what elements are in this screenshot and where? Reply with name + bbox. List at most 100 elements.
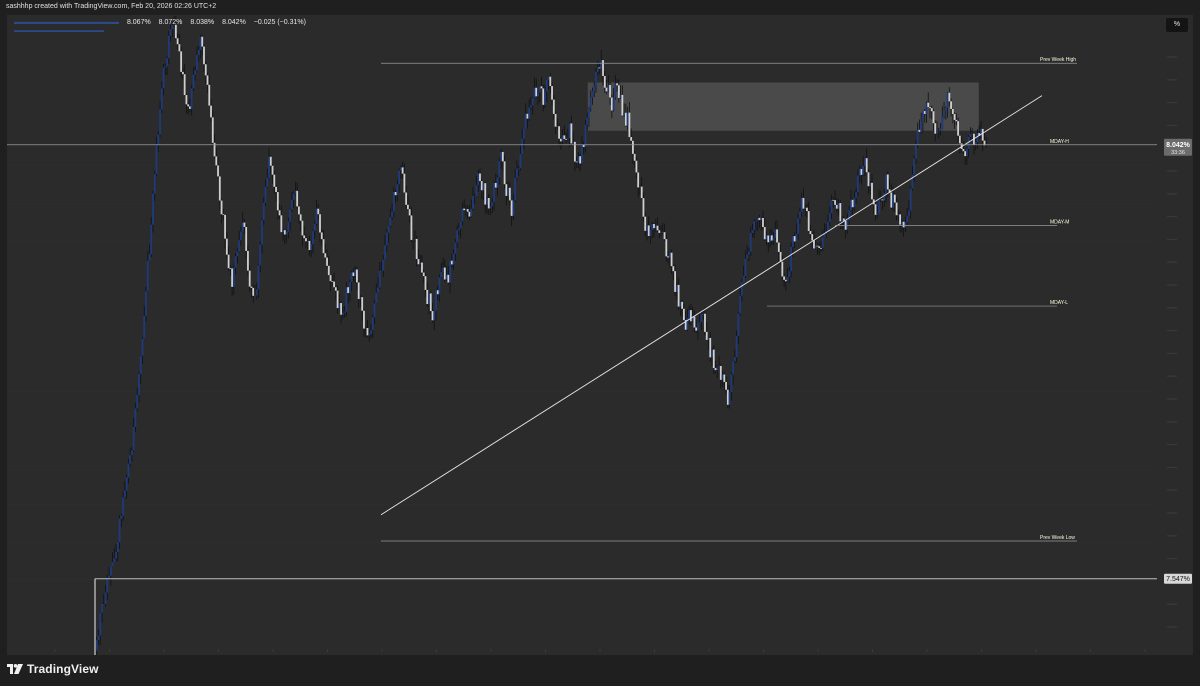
candle-body: [635, 160, 638, 173]
candle-body: [906, 216, 909, 223]
candle-body: [559, 138, 562, 142]
candle-body: [378, 270, 381, 288]
candle-body: [953, 113, 956, 120]
candle-body: [719, 365, 722, 380]
candle-body: [572, 141, 575, 144]
candle-body: [250, 286, 253, 288]
candle-body: [704, 313, 706, 332]
candle-body: [348, 282, 351, 294]
candle-body: [480, 181, 483, 191]
candle-body: [530, 105, 532, 108]
indicator-legend: ▬▬▬▬▬▬▬▬▬▬▬▬▬▬▬: [14, 28, 104, 34]
candle-body: [551, 86, 553, 100]
candle-body: [639, 186, 641, 188]
candle-body: [389, 217, 392, 226]
candle-body: [470, 208, 473, 217]
candle-body: [368, 333, 371, 336]
candle-body: [828, 213, 831, 222]
candle-body: [401, 167, 404, 174]
candle-body: [472, 196, 474, 209]
candle-body: [742, 276, 745, 283]
candle-body: [561, 135, 564, 142]
top-bar: sashhhp created with TradingView.com, Fe…: [0, 0, 1200, 15]
candle-body: [577, 156, 580, 163]
candle-body: [197, 50, 200, 56]
candle-body: [238, 240, 241, 252]
candle-body: [106, 577, 109, 593]
candle-body: [630, 137, 633, 141]
candle-body: [700, 313, 703, 323]
candle-body: [255, 289, 258, 296]
candle-body: [403, 173, 406, 193]
candle-body: [674, 271, 676, 292]
price-chart[interactable]: Prev Week High MDAY-H MDAY-M MDAY-L Prev Wee…: [7, 15, 1193, 655]
candle-body: [647, 225, 650, 237]
candle-body: [737, 313, 740, 336]
candle-body: [194, 70, 197, 75]
candle-body: [428, 293, 430, 305]
candle-body: [707, 337, 710, 340]
percent-scale-button[interactable]: %: [1166, 18, 1188, 32]
candle-body: [503, 161, 506, 185]
candle-body: [832, 199, 835, 201]
candle-body: [904, 222, 907, 228]
candle-body: [598, 67, 601, 69]
candle-body: [305, 238, 307, 242]
candle-body: [556, 126, 559, 128]
candle-body: [681, 301, 684, 309]
candle-body: [920, 121, 923, 132]
chart-area[interactable]: Prev Week High MDAY-H MDAY-M MDAY-L Prev Wee…: [7, 15, 1193, 655]
candle-body: [375, 292, 378, 304]
candle-body: [804, 207, 807, 209]
candle-body: [763, 226, 766, 240]
candle-body: [624, 112, 627, 126]
candle-body: [799, 211, 801, 219]
candle-body: [299, 214, 302, 221]
tradingview-logo-icon: [7, 664, 23, 674]
candle-body: [343, 311, 346, 313]
candle-body: [350, 272, 353, 283]
candle-body: [268, 156, 270, 179]
candle-body: [890, 192, 893, 208]
candle-body: [617, 85, 620, 98]
candle-body: [830, 199, 833, 214]
candle-body: [672, 266, 675, 272]
candle-body: [115, 552, 117, 559]
candle-body: [718, 365, 720, 368]
mday-l-label: MDAY-L: [1050, 300, 1068, 306]
candle-body: [442, 267, 444, 272]
candle-body: [331, 281, 334, 282]
candle-body: [208, 84, 211, 106]
candle-body: [429, 293, 432, 312]
candle-body: [728, 392, 731, 405]
candle-body: [496, 177, 499, 188]
candle-body: [864, 158, 866, 166]
candle-body: [753, 221, 756, 230]
candle-body: [853, 197, 856, 208]
candle-body: [695, 327, 698, 331]
candle-body: [566, 137, 569, 140]
candle-body: [723, 374, 726, 383]
candle-body: [211, 117, 214, 143]
candle-body: [108, 575, 110, 578]
candle-body: [399, 167, 402, 171]
candle-body: [269, 156, 272, 166]
candle-body: [730, 374, 733, 393]
candle-body: [312, 230, 314, 245]
candle-body: [222, 214, 225, 216]
candle-body: [918, 129, 921, 132]
legend-high: 8.072%: [158, 19, 183, 26]
candle-body: [514, 177, 517, 201]
candle-body: [319, 214, 321, 233]
candle-body: [155, 145, 158, 175]
candle-body: [275, 186, 277, 193]
candle-body: [422, 272, 425, 277]
candle-body: [111, 562, 114, 567]
candle-body: [941, 116, 944, 129]
candle-body: [301, 220, 304, 236]
candle-body: [122, 497, 125, 516]
candle-body: [129, 455, 132, 464]
candle-body: [127, 463, 130, 478]
candle-body: [243, 222, 246, 227]
candle-body: [654, 225, 657, 229]
